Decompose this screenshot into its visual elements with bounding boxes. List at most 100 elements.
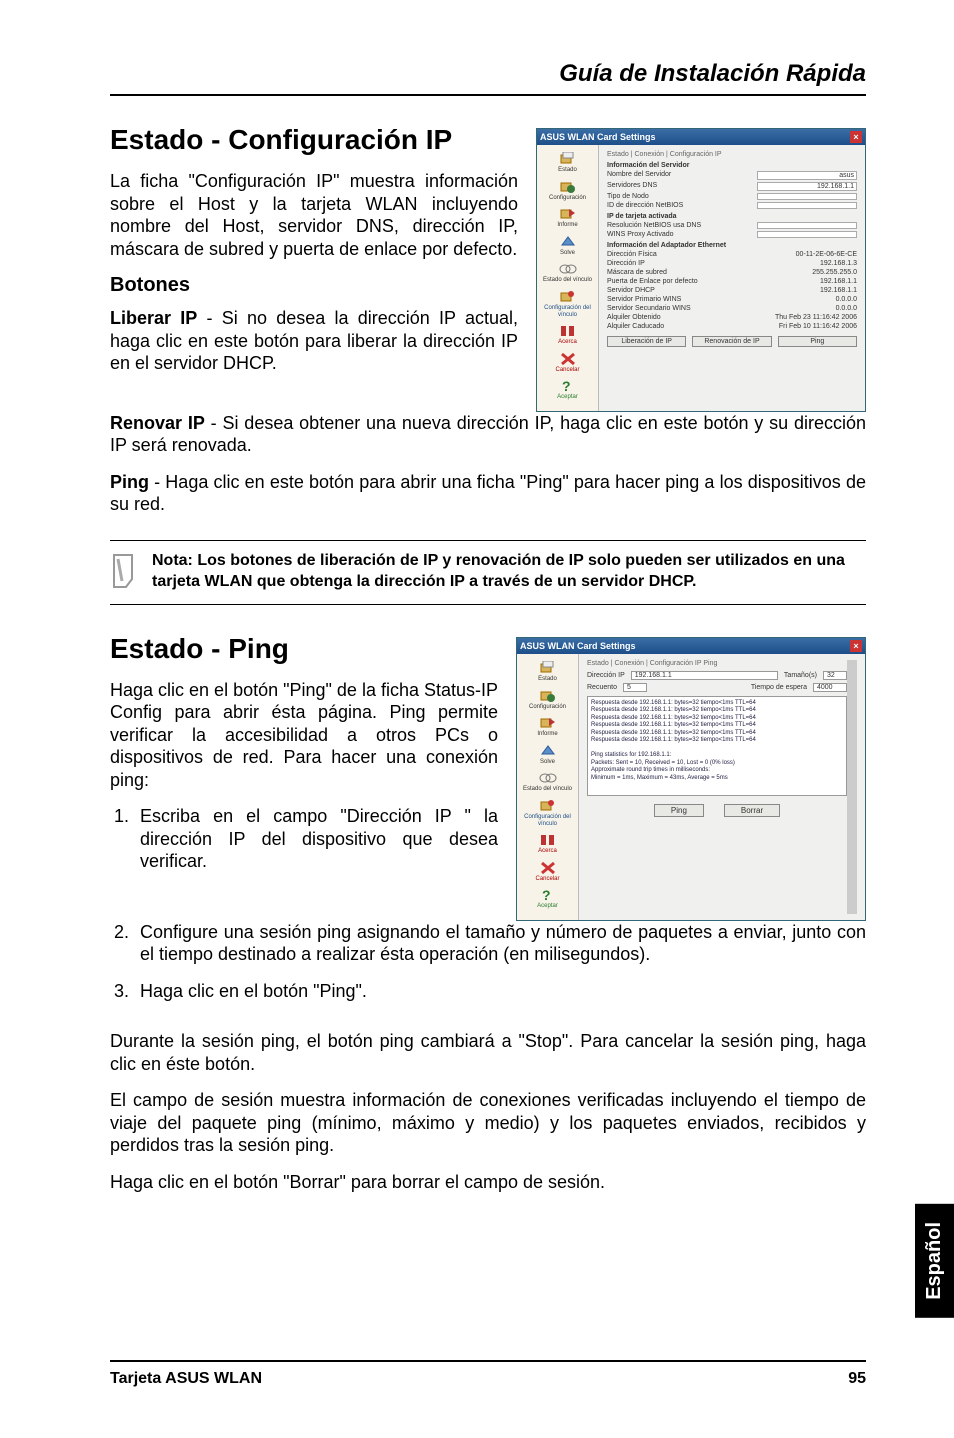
timeout-input[interactable]: 4000 [813, 683, 847, 692]
size-input[interactable]: 32 [823, 671, 847, 680]
sidebar-item-label[interactable]: Configuración [549, 195, 586, 201]
main-panel: Estado | Conexión | Configuración IP Pin… [579, 654, 865, 920]
cancel-icon [540, 861, 556, 875]
paragraph-during-ping: Durante la sesión ping, el botón ping ca… [110, 1030, 866, 1075]
link-config-icon [539, 799, 557, 813]
language-tab: Español [915, 1204, 954, 1318]
close-icon[interactable]: × [850, 640, 862, 652]
status-icon [559, 152, 577, 166]
paragraph-ping-intro: Haga clic en el botón "Ping" de la ficha… [110, 679, 498, 792]
screenshot-ping-window: ASUS WLAN Card Settings × Estado Configu… [516, 637, 866, 921]
sidebar-item-label[interactable]: Acerca [558, 339, 577, 345]
ping-button[interactable]: Ping [778, 336, 857, 347]
tab-bar[interactable]: Estado | Conexión | Configuración IP [607, 151, 857, 158]
ping-button[interactable]: Ping [654, 804, 704, 817]
tab-bar[interactable]: Estado | Conexión | Configuración IP Pin… [587, 660, 847, 667]
window-title: ASUS WLAN Card Settings [520, 641, 636, 651]
sidebar-item-label[interactable]: Configuración [529, 704, 566, 710]
paragraph-ip-config-intro: La ficha "Configuración IP" muestra info… [110, 170, 518, 260]
field-label: Tipo de Nodo [607, 193, 649, 200]
screenshot-ip-config-window: ASUS WLAN Card Settings × Estado Configu… [536, 128, 866, 412]
config-icon [539, 689, 557, 703]
field-label: Dirección Física [607, 251, 657, 258]
page-number: 95 [848, 1370, 866, 1388]
cancel-icon [560, 352, 576, 366]
sidebar: Estado Configuración Informe Solve Estad… [537, 145, 599, 411]
heading-ip-config: Estado - Configuración IP [110, 124, 518, 156]
note-block: Nota: Los botones de liberación de IP y … [110, 540, 866, 605]
field-label: Servidor DHCP [607, 287, 655, 294]
step-1: Escriba en el campo "Dirección IP " la d… [134, 805, 498, 873]
page-footer: Tarjeta ASUS WLAN 95 [110, 1360, 866, 1388]
sidebar-item-label[interactable]: Acerca [538, 848, 557, 854]
sidebar-item-label[interactable]: Aceptar [537, 903, 558, 909]
status-icon [539, 661, 557, 675]
ip-address-input[interactable]: 192.168.1.1 [631, 671, 778, 680]
field-value [757, 222, 857, 229]
field-value: 192.168.1.1 [820, 278, 857, 285]
titlebar: ASUS WLAN Card Settings × [517, 638, 865, 654]
heading-ping: Estado - Ping [110, 633, 498, 665]
sidebar-item-label[interactable]: Configuración del vínculo [524, 814, 571, 827]
sidebar-item-label[interactable]: Estado [538, 676, 557, 682]
step-3: Haga clic en el botón "Ping". [134, 980, 866, 1003]
report-icon [559, 207, 577, 221]
sidebar-item-label[interactable]: Configuración del vínculo [544, 305, 591, 318]
renew-ip-button[interactable]: Renovación de IP [692, 336, 771, 347]
note-icon [110, 551, 138, 594]
about-icon [559, 324, 577, 338]
sidebar-item-label[interactable]: Estado del vínculo [523, 786, 572, 792]
link-status-icon [539, 771, 557, 785]
report-icon [539, 716, 557, 730]
section-ip-card: IP de tarjeta activada [607, 213, 857, 220]
sidebar-item-label[interactable]: Cancelar [535, 876, 559, 882]
field-label: Tamaño(s) [784, 672, 817, 679]
link-config-icon [559, 290, 577, 304]
field-label: Recuento [587, 684, 617, 691]
release-ip-button[interactable]: Liberación de IP [607, 336, 686, 347]
field-label: Máscara de subred [607, 269, 667, 276]
field-label: Servidores DNS [607, 182, 657, 191]
paragraph-renovar-ip: Renovar IP - Si desea obtener una nueva … [110, 412, 866, 457]
note-text: Nota: Los botones de liberación de IP y … [152, 551, 866, 593]
config-icon [559, 180, 577, 194]
field-value: 192.168.1.1 [820, 287, 857, 294]
footer-title: Tarjeta ASUS WLAN [110, 1370, 262, 1388]
steps-list-cont: Configure una sesión ping asignando el t… [110, 921, 866, 1017]
field-value: 00-11-2E-06-6E-CE [796, 251, 857, 258]
field-value [757, 202, 857, 209]
steps-list: Escriba en el campo "Dirección IP " la d… [110, 805, 498, 873]
field-value: 192.168.1.3 [820, 260, 857, 267]
sidebar-item-label[interactable]: Solve [540, 759, 555, 765]
sidebar-item-label[interactable]: Cancelar [555, 367, 579, 373]
sidebar-item-label[interactable]: Informe [557, 222, 577, 228]
scrollbar[interactable] [847, 660, 857, 914]
paragraph-session-field: El campo de sesión muestra información d… [110, 1089, 866, 1157]
close-icon[interactable]: × [850, 131, 862, 143]
count-input[interactable]: 5 [623, 683, 647, 692]
field-label: Servidor Secundario WINS [607, 305, 691, 312]
section-adapter-info: Información del Adaptador Ethernet [607, 242, 857, 249]
field-value: 255.255.255.0 [812, 269, 857, 276]
page-header: Guía de Instalación Rápida [110, 60, 866, 88]
sidebar-item-label[interactable]: Estado [558, 167, 577, 173]
paragraph-clear: Haga clic en el botón "Borrar" para borr… [110, 1171, 866, 1194]
sidebar-item-label[interactable]: Informe [537, 731, 557, 737]
field-value [757, 231, 857, 238]
accept-icon: ? [560, 379, 576, 393]
subheading-botones: Botones [110, 274, 518, 297]
clear-button[interactable]: Borrar [724, 804, 780, 817]
field-label: Resolución NetBIOS usa DNS [607, 222, 701, 229]
field-value [757, 193, 857, 200]
accept-icon: ? [540, 888, 556, 902]
field-value: Fri Feb 10 11:16:42 2006 [779, 323, 857, 330]
field-label: WINS Proxy Activado [607, 231, 674, 238]
sidebar-item-label[interactable]: Solve [560, 250, 575, 256]
field-label: Alquiler Caducado [607, 323, 664, 330]
sidebar-item-label[interactable]: Aceptar [557, 394, 578, 400]
sidebar-item-label[interactable]: Estado del vínculo [543, 277, 592, 283]
link-status-icon [559, 262, 577, 276]
titlebar: ASUS WLAN Card Settings × [537, 129, 865, 145]
svg-text:?: ? [542, 888, 551, 902]
main-panel: Estado | Conexión | Configuración IP Inf… [599, 145, 865, 411]
